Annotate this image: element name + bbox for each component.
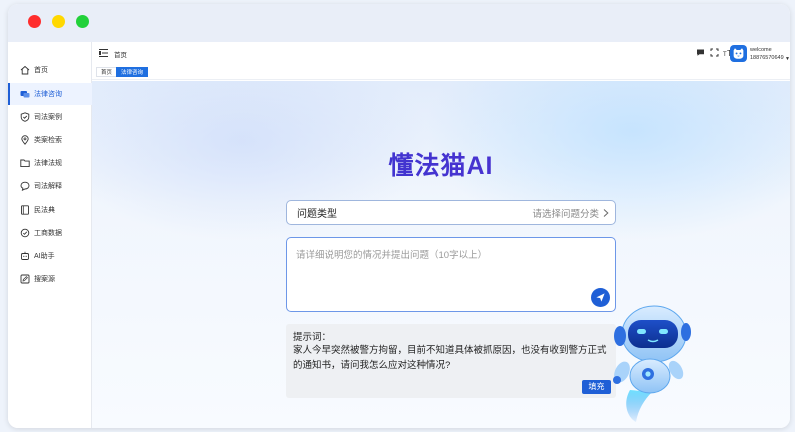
robot-mascot-image [613,305,691,422]
menu-toggle-icon[interactable] [99,49,108,57]
minimize-window-button[interactable] [52,15,65,28]
sidebar-item-label: 搜案源 [34,276,55,283]
robot-icon [20,251,30,261]
sidebar-item-civil-code[interactable]: 民法典 [8,199,92,221]
sidebar-item-label: 工商数据 [34,230,62,237]
avatar[interactable] [730,45,747,62]
sidebar-item-laws[interactable]: 法律法规 [8,152,92,174]
sidebar-item-label: 法律咨询 [34,91,62,98]
sidebar-item-label: 民法典 [34,207,55,214]
question-input[interactable]: 请详细说明您的情况并提出问题（10字以上） [286,237,616,312]
question-type-placeholder: 请选择问题分类 [532,208,599,220]
close-window-button[interactable] [28,15,41,28]
hint-title: 提示词： [293,332,332,343]
cat-logo-icon [733,48,744,59]
top-bar: 首页 TT welcome 18876570649 ▼ [92,42,790,64]
sidebar-item-label: 司法解释 [34,183,62,190]
sidebar-item-judicial-interpretation[interactable]: 司法解释 [8,175,92,197]
hint-panel: 提示词： 家人今早突然被警方拘留，目前不知道具体被抓原因，也没有收到警方正式的通… [286,324,616,398]
book-icon [20,205,30,215]
chevron-right-icon [603,209,609,217]
folder-icon [20,158,30,168]
breadcrumb: 首页 [114,52,127,59]
sidebar-item-case-search[interactable]: 类案检索 [8,129,92,151]
sidebar-item-legal-consult[interactable]: 法律咨询 [8,83,92,105]
user-phone: 18876570649 [750,55,784,61]
message-icon[interactable] [696,48,705,57]
sidebar-item-label: 类案检索 [34,137,62,144]
app-window: 首页 法律咨询 司法案例 类案检索 法律法规 司法解释 民法典 工商数据 AI助… [8,4,790,428]
question-type-label: 问题类型 [297,209,337,220]
sidebar: 首页 法律咨询 司法案例 类案检索 法律法规 司法解释 民法典 工商数据 AI助… [8,42,92,428]
brand-title: 懂法猫AI [92,146,790,182]
question-input-placeholder: 请详细说明您的情况并提出问题（10字以上） [296,250,488,261]
question-type-select[interactable]: 问题类型 请选择问题分类 [286,200,616,225]
sidebar-item-label: 首页 [34,67,48,74]
hint-text: 家人今早突然被警方拘留，目前不知道具体被抓原因，也没有收到警方正式的通知书，请问… [293,345,607,371]
sidebar-item-home[interactable]: 首页 [8,59,92,81]
sidebar-item-judicial-cases[interactable]: 司法案例 [8,106,92,128]
main-content: 懂法猫AI 问题类型 请选择问题分类 请详细说明您的情况并提出问题（10字以上）… [92,81,790,428]
edit-icon [20,274,30,284]
user-greeting: welcome [750,47,772,53]
chat-bubbles-icon [20,89,30,99]
sidebar-item-label: 司法案例 [34,114,62,121]
sidebar-item-ai-assistant[interactable]: AI助手 [8,245,92,267]
tabs-bar: 首页 法律咨询 [92,64,790,80]
fullscreen-icon[interactable] [710,48,719,57]
sidebar-item-label: 法律法规 [34,160,62,167]
caret-down-icon[interactable]: ▼ [785,56,790,62]
sidebar-item-label: AI助手 [34,253,55,260]
window-titlebar [8,4,790,42]
badge-icon [20,228,30,238]
tab-home[interactable]: 首页 [96,67,118,77]
home-icon [20,65,30,75]
sidebar-item-case-source[interactable]: 搜案源 [8,268,92,290]
shield-icon [20,112,30,122]
location-pin-icon [20,135,30,145]
tab-legal-consult[interactable]: 法律咨询 [116,67,149,77]
chat-icon [20,181,30,191]
maximize-window-button[interactable] [76,15,89,28]
sidebar-item-business-data[interactable]: 工商数据 [8,222,92,244]
